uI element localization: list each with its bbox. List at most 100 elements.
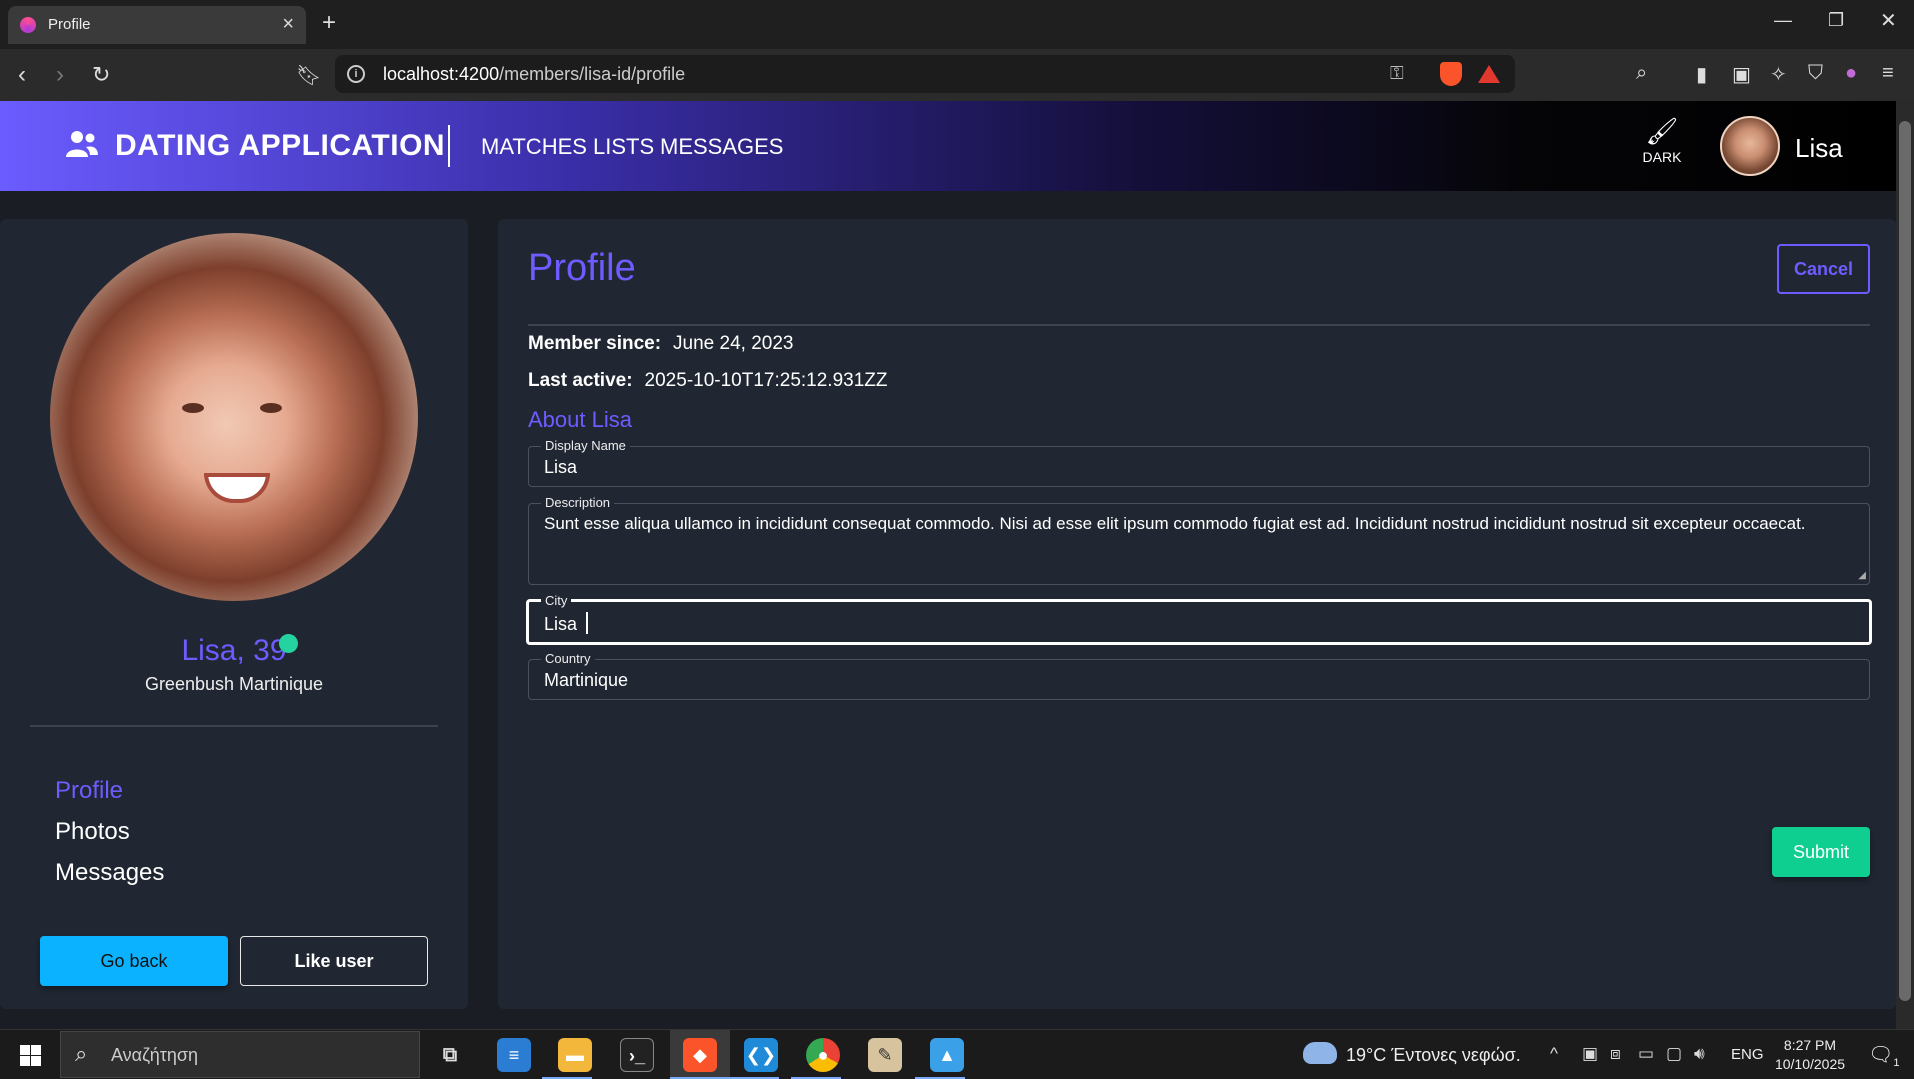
system-clock[interactable]: 8:27 PM 10/10/2025 bbox=[1770, 1036, 1850, 1074]
close-tab-icon[interactable]: × bbox=[282, 13, 294, 36]
like-user-button[interactable]: Like user bbox=[240, 936, 428, 986]
nav-link-messages[interactable]: MESSAGES bbox=[660, 134, 783, 160]
taskbar-search[interactable]: ⌕ Αναζήτηση bbox=[60, 1031, 420, 1078]
last-active-row: Last active: 2025-10-10T17:25:12.931ZZ bbox=[528, 370, 888, 392]
browser-tab[interactable]: Profile × bbox=[8, 6, 306, 44]
volume-icon[interactable]: 🔊︎ bbox=[1694, 1044, 1705, 1064]
minimize-icon[interactable]: — bbox=[1774, 10, 1792, 31]
cloud-weather-icon[interactable] bbox=[1303, 1042, 1337, 1064]
tray-app-icon[interactable]: ⧈ bbox=[1610, 1044, 1621, 1064]
display-name-label: Display Name bbox=[541, 438, 630, 453]
last-active-label: Last active: bbox=[528, 370, 633, 391]
tray-app-icon[interactable]: ▣ bbox=[1582, 1044, 1598, 1064]
brand-title[interactable]: DATING APPLICATION bbox=[115, 129, 445, 163]
browser-tab-bar: Profile × + — ❐ ✕ bbox=[0, 0, 1914, 49]
docs-app-icon[interactable]: ≡ bbox=[497, 1038, 531, 1072]
user-menu-name[interactable]: Lisa bbox=[1795, 133, 1843, 164]
brave-shields-icon[interactable] bbox=[1440, 62, 1462, 86]
web-page: DATING APPLICATION MATCHES LISTS MESSAGE… bbox=[0, 101, 1896, 1029]
profile-icon[interactable]: ● bbox=[1845, 62, 1857, 85]
description-textarea[interactable]: Sunt esse aliqua ullamco in incididunt c… bbox=[544, 514, 1806, 534]
page-scrollbar[interactable] bbox=[1896, 101, 1914, 1029]
nav-link-lists[interactable]: LISTS bbox=[593, 134, 654, 160]
users-icon bbox=[66, 131, 98, 157]
theme-label: DARK bbox=[1642, 149, 1682, 165]
top-navbar: DATING APPLICATION MATCHES LISTS MESSAGE… bbox=[0, 101, 1896, 191]
search-placeholder: Αναζήτηση bbox=[111, 1045, 198, 1065]
photos-app-icon[interactable]: ▲ bbox=[930, 1038, 964, 1072]
resize-handle-icon[interactable]: ◢ bbox=[1858, 570, 1866, 581]
divider bbox=[528, 324, 1870, 326]
theme-toggle-button[interactable]: 🖌︎ DARK bbox=[1640, 116, 1684, 176]
side-link-profile[interactable]: Profile bbox=[55, 777, 123, 805]
terminal-icon[interactable]: ›_ bbox=[620, 1038, 654, 1072]
battery-icon[interactable]: ▭ bbox=[1638, 1044, 1654, 1064]
reload-icon[interactable]: ↻ bbox=[92, 62, 110, 88]
member-since-label: Member since: bbox=[528, 333, 662, 354]
side-link-messages[interactable]: Messages bbox=[55, 859, 164, 887]
vscode-icon[interactable]: ❮❯ bbox=[744, 1038, 778, 1072]
member-card: Lisa, 39 Greenbush Martinique Profile Ph… bbox=[0, 219, 468, 1009]
city-field[interactable]: City Lisa bbox=[526, 593, 1872, 645]
wallet-icon[interactable]: ▣ bbox=[1732, 62, 1751, 87]
display-name-input[interactable]: Lisa bbox=[544, 457, 577, 478]
paint-app-icon[interactable]: ✎ bbox=[868, 1038, 902, 1072]
weather-text[interactable]: 19°C Έντονες νεφώσ. bbox=[1346, 1045, 1521, 1066]
go-back-button[interactable]: Go back bbox=[40, 936, 228, 986]
divider bbox=[30, 725, 438, 727]
country-field[interactable]: Country Martinique bbox=[528, 651, 1870, 700]
angular-favicon-icon bbox=[20, 17, 36, 33]
about-heading: About Lisa bbox=[528, 407, 632, 432]
leo-ai-icon[interactable]: ✧ bbox=[1770, 62, 1787, 87]
notification-count: 1 bbox=[1893, 1057, 1900, 1069]
member-since-value: June 24, 2023 bbox=[673, 333, 794, 354]
chrome-icon[interactable]: ● bbox=[806, 1038, 840, 1072]
brave-rewards-icon[interactable] bbox=[1478, 65, 1500, 83]
display-name-field[interactable]: Display Name Lisa bbox=[528, 438, 1870, 487]
windows-start-icon[interactable] bbox=[20, 1045, 41, 1066]
forward-icon[interactable]: › bbox=[56, 61, 64, 89]
back-icon[interactable]: ‹ bbox=[18, 61, 26, 89]
network-icon[interactable]: ▢ bbox=[1666, 1044, 1682, 1064]
side-link-photos[interactable]: Photos bbox=[55, 818, 130, 846]
brave-browser-icon[interactable]: ◆ bbox=[683, 1038, 717, 1072]
menu-icon[interactable]: ≡ bbox=[1882, 62, 1894, 85]
page-title: Profile bbox=[528, 247, 636, 289]
task-view-icon[interactable]: ⧉ bbox=[433, 1038, 467, 1072]
clock-time: 8:27 PM bbox=[1783, 1037, 1837, 1053]
site-info-icon[interactable]: i bbox=[347, 65, 365, 83]
description-label: Description bbox=[541, 495, 615, 510]
browser-toolbar: ‹ › ↻ 🔖︎ i localhost:4200/members/lisa-i… bbox=[0, 49, 1914, 101]
city-input[interactable]: Lisa bbox=[544, 612, 589, 635]
bookmark-icon[interactable]: 🔖︎ bbox=[296, 63, 321, 88]
new-tab-icon[interactable]: + bbox=[322, 9, 336, 37]
url-text: localhost:4200/members/lisa-id/profile bbox=[383, 64, 686, 84]
restore-icon[interactable]: ❐ bbox=[1828, 10, 1844, 31]
vpn-shield-icon[interactable]: ⛉ bbox=[1808, 62, 1823, 85]
user-avatar[interactable] bbox=[1720, 116, 1780, 176]
nav-link-matches[interactable]: MATCHES bbox=[481, 134, 587, 160]
input-language[interactable]: ENG bbox=[1731, 1046, 1764, 1063]
country-label: Country bbox=[541, 651, 595, 666]
city-label: City bbox=[541, 593, 572, 608]
last-active-value: 2025-10-10T17:25:12.931ZZ bbox=[644, 370, 888, 391]
cancel-button[interactable]: Cancel bbox=[1777, 244, 1870, 294]
clock-date: 10/10/2025 bbox=[1774, 1056, 1846, 1072]
address-bar[interactable]: i localhost:4200/members/lisa-id/profile… bbox=[335, 55, 1515, 93]
brand-separator bbox=[448, 125, 450, 167]
windows-taskbar: ⌕ Αναζήτηση ⧉ ≡ ▬ ›_ ◆ ❮❯ ● ✎ ▲ 19°C Έντ… bbox=[0, 1029, 1914, 1079]
scroll-thumb[interactable] bbox=[1899, 121, 1911, 1001]
chevron-up-icon[interactable]: ^ bbox=[1550, 1044, 1558, 1064]
search-icon: ⌕ bbox=[75, 1041, 88, 1066]
description-field[interactable]: Description Sunt esse aliqua ullamco in … bbox=[528, 495, 1870, 585]
tab-title: Profile bbox=[48, 16, 91, 33]
close-window-icon[interactable]: ✕ bbox=[1880, 8, 1897, 33]
submit-button[interactable]: Submit bbox=[1772, 827, 1870, 877]
country-input[interactable]: Martinique bbox=[544, 670, 628, 691]
notification-center-icon[interactable]: 🗨︎1 bbox=[1868, 1042, 1900, 1069]
photo-detail bbox=[182, 403, 204, 413]
page-search-icon[interactable]: ⌕ bbox=[1636, 62, 1647, 85]
file-explorer-icon[interactable]: ▬ bbox=[558, 1038, 592, 1072]
key-icon[interactable]: ⚿ bbox=[1390, 63, 1404, 84]
sidebar-icon[interactable]: ▮ bbox=[1696, 62, 1707, 87]
